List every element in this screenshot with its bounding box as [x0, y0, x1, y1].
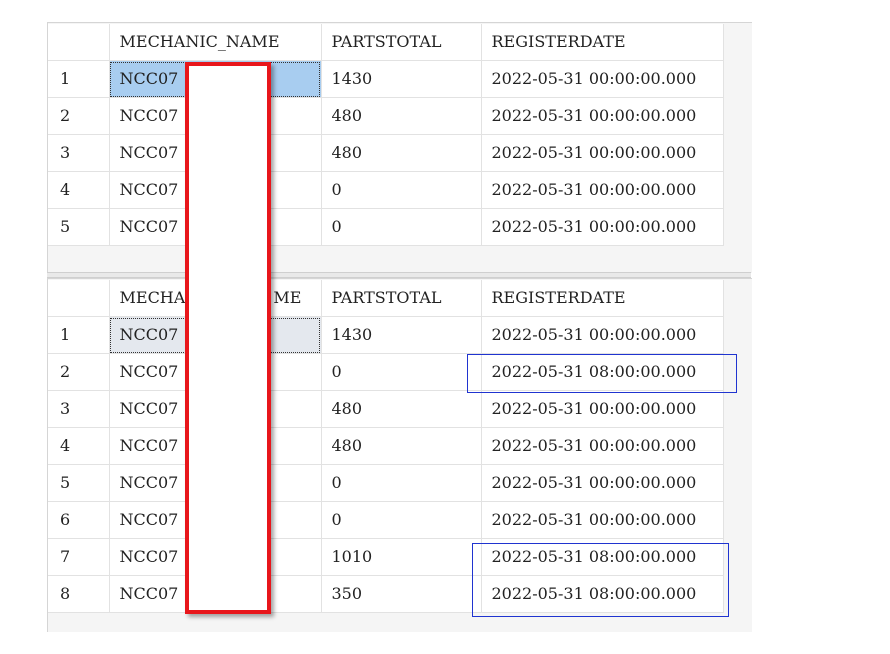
row-number[interactable]: 5 — [48, 208, 110, 246]
registerdate-cell[interactable]: 2022-05-31 00:00:00.000 — [481, 171, 724, 209]
registerdate-cell[interactable]: 2022-05-31 00:00:00.000 — [481, 60, 724, 98]
row-number[interactable]: 5 — [48, 464, 110, 502]
column-header-mechanic-name-left: MECHA — [119, 288, 186, 307]
partstotal-cell[interactable]: 480 — [321, 134, 482, 172]
partstotal-cell[interactable]: 350 — [321, 575, 482, 613]
partstotal-cell[interactable]: 480 — [321, 390, 482, 428]
table-row[interactable]: 4 NCC07 480 2022-05-31 00:00:00.000 — [48, 427, 724, 465]
results-grid-1: MECHANIC_NAME PARTSTOTAL REGISTERDATE 1 … — [48, 24, 724, 246]
registerdate-cell[interactable]: 2022-05-31 00:00:00.000 — [481, 427, 724, 465]
row-number[interactable]: 4 — [48, 427, 110, 465]
row-number[interactable]: 1 — [48, 60, 110, 98]
row-number[interactable]: 4 — [48, 171, 110, 209]
row-number[interactable]: 2 — [48, 97, 110, 135]
table-row[interactable]: 1 NCC07 1430 2022-05-31 00:00:00.000 — [48, 316, 724, 354]
header-row: MECHA ME PARTSTOTAL REGISTERDATE — [48, 280, 724, 317]
partstotal-cell[interactable]: 1010 — [321, 538, 482, 576]
column-header-partstotal[interactable]: PARTSTOTAL — [321, 280, 482, 317]
row-number[interactable]: 2 — [48, 353, 110, 391]
redaction-box — [185, 62, 271, 614]
row-number[interactable]: 7 — [48, 538, 110, 576]
registerdate-cell[interactable]: 2022-05-31 00:00:00.000 — [481, 316, 724, 354]
registerdate-cell[interactable]: 2022-05-31 00:00:00.000 — [481, 97, 724, 135]
row-number[interactable]: 3 — [48, 390, 110, 428]
row-number[interactable]: 6 — [48, 501, 110, 539]
partstotal-cell[interactable]: 1430 — [321, 316, 482, 354]
registerdate-cell[interactable]: 2022-05-31 00:00:00.000 — [481, 390, 724, 428]
column-header-mechanic-name-right: ME — [273, 288, 302, 307]
corner-cell[interactable] — [48, 24, 110, 61]
table-row[interactable]: 5 NCC07 0 2022-05-31 00:00:00.000 — [48, 464, 724, 502]
registerdate-cell[interactable]: 2022-05-31 00:00:00.000 — [481, 464, 724, 502]
partstotal-cell[interactable]: 0 — [321, 464, 482, 502]
table-row[interactable]: 5 NCC07 0 2022-05-31 00:00:00.000 — [48, 208, 724, 246]
registerdate-cell[interactable]: 2022-05-31 00:00:00.000 — [481, 208, 724, 246]
partstotal-cell[interactable]: 0 — [321, 208, 482, 246]
table-row[interactable]: 3 NCC07 480 2022-05-31 00:00:00.000 — [48, 390, 724, 428]
column-header-partstotal[interactable]: PARTSTOTAL — [321, 24, 482, 61]
table-row[interactable]: 4 NCC07 0 2022-05-31 00:00:00.000 — [48, 171, 724, 209]
partstotal-cell[interactable]: 0 — [321, 171, 482, 209]
row-number[interactable]: 3 — [48, 134, 110, 172]
column-header-registerdate[interactable]: REGISTERDATE — [481, 280, 724, 317]
table-row[interactable]: 2 NCC07 480 2022-05-31 00:00:00.000 — [48, 97, 724, 135]
corner-cell[interactable] — [48, 280, 110, 317]
registerdate-cell[interactable]: 2022-05-31 00:00:00.000 — [481, 501, 724, 539]
column-header-mechanic-name[interactable]: MECHANIC_NAME — [109, 24, 322, 61]
table-row[interactable]: 6 NCC07 0 2022-05-31 00:00:00.000 — [48, 501, 724, 539]
partstotal-cell[interactable]: 0 — [321, 501, 482, 539]
partstotal-cell[interactable]: 0 — [321, 353, 482, 391]
column-header-registerdate[interactable]: REGISTERDATE — [481, 24, 724, 61]
table-row[interactable]: 3 NCC07 480 2022-05-31 00:00:00.000 — [48, 134, 724, 172]
partstotal-cell[interactable]: 1430 — [321, 60, 482, 98]
highlight-box-rows-7-8 — [472, 543, 729, 617]
highlight-box-row-2 — [467, 354, 737, 393]
table-row[interactable]: 1 NCC07 1430 2022-05-31 00:00:00.000 — [48, 60, 724, 98]
header-row: MECHANIC_NAME PARTSTOTAL REGISTERDATE — [48, 24, 724, 61]
row-number[interactable]: 1 — [48, 316, 110, 354]
registerdate-cell[interactable]: 2022-05-31 00:00:00.000 — [481, 134, 724, 172]
partstotal-cell[interactable]: 480 — [321, 97, 482, 135]
row-number[interactable]: 8 — [48, 575, 110, 613]
partstotal-cell[interactable]: 480 — [321, 427, 482, 465]
